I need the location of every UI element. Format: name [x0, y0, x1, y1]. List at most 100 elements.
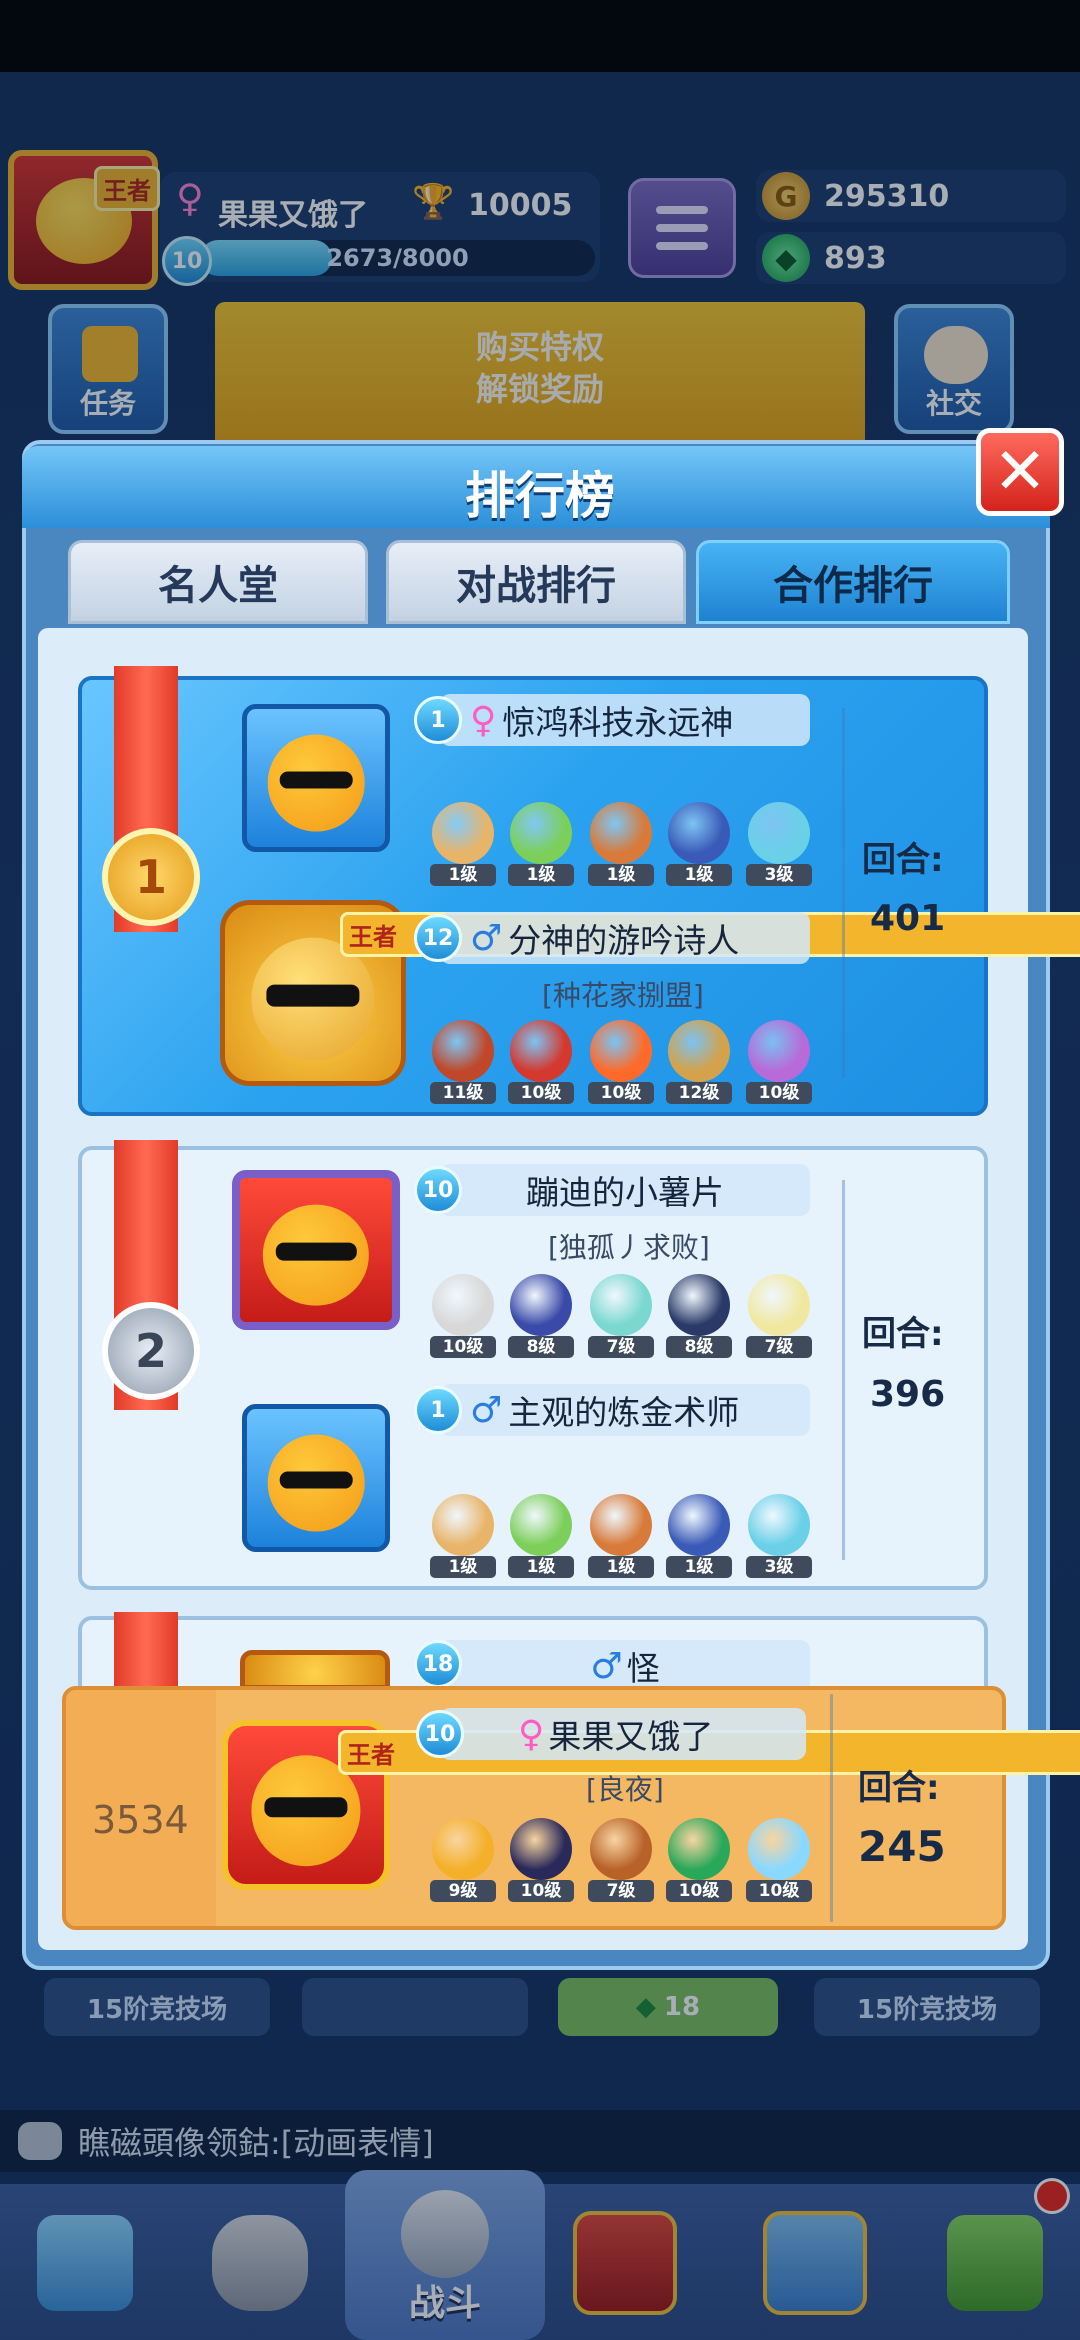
pet-icon: [432, 802, 494, 864]
pet-icon: [668, 1818, 730, 1880]
pet-level-label: 1级: [508, 864, 574, 886]
rank-1-badge: 1: [102, 828, 200, 926]
pet-icon: [510, 1818, 572, 1880]
guild-name: [独孤丿求败]: [548, 1231, 710, 1264]
rounds-value: 401: [870, 898, 946, 939]
pet-icon: [748, 1494, 810, 1556]
tab-coop-ranking[interactable]: 合作排行: [696, 540, 1010, 624]
player-avatar[interactable]: [232, 1170, 400, 1330]
player-name-bar: ♂ 怪: [440, 1640, 810, 1692]
pet-level-label: 1级: [430, 864, 496, 886]
rounds-column: [842, 1180, 985, 1560]
pet-icon: [668, 1494, 730, 1556]
rounds-label: 回合:: [862, 840, 944, 880]
player-avatar[interactable]: [242, 704, 390, 852]
pet-level-label: 10级: [430, 1336, 496, 1358]
pet-level-label: 10级: [746, 1880, 812, 1902]
pet-level-label: 10级: [666, 1880, 732, 1902]
pet-icon: [510, 1274, 572, 1336]
player-level-badge: 10: [416, 1710, 464, 1758]
pet-icon: [748, 1274, 810, 1336]
player-name: 蹦迪的小薯片: [526, 1173, 724, 1212]
tab-battle-ranking[interactable]: 对战排行: [386, 540, 686, 624]
pet-level-label: 7级: [588, 1880, 654, 1902]
player-name: 果果又饿了: [548, 1717, 714, 1756]
pet-level-label: 1级: [588, 864, 654, 886]
guild-name: [种花家捌盟]: [542, 979, 704, 1012]
gender-icon: ♂: [590, 1645, 623, 1687]
player-name: 怪: [626, 1649, 660, 1688]
pet-icon: [590, 1274, 652, 1336]
player-level-badge: 18: [414, 1640, 462, 1688]
pet-level-label: 10级: [508, 1880, 574, 1902]
pet-level-label: 11级: [430, 1082, 496, 1104]
pet-icon: [668, 802, 730, 864]
pet-icon: [432, 1020, 494, 1082]
player-level-badge: 1: [414, 696, 462, 744]
player-avatar[interactable]: [240, 1650, 390, 1690]
pet-icon: [510, 1494, 572, 1556]
pet-level-label: 10级: [588, 1082, 654, 1104]
rounds-label: 回合:: [858, 1768, 940, 1808]
player-name-bar: ♀ 惊鸿科技永远神: [440, 694, 810, 746]
rounds-value: 396: [870, 1374, 946, 1415]
pet-icon: [748, 1020, 810, 1082]
pet-level-label: 1级: [588, 1556, 654, 1578]
player-name-bar: ♀ 果果又饿了: [440, 1708, 806, 1760]
pet-icon: [590, 802, 652, 864]
player-name-bar: ♂ 主观的炼金术师: [440, 1384, 810, 1436]
pet-level-label: 12级: [666, 1082, 732, 1104]
player-name-bar: 蹦迪的小薯片: [440, 1164, 810, 1216]
pet-icon: [432, 1494, 494, 1556]
pet-level-label: 7级: [746, 1336, 812, 1358]
duck-avatar: [262, 1204, 370, 1306]
guild-name: [良夜]: [586, 1773, 664, 1806]
pet-level-label: 10级: [746, 1082, 812, 1104]
pet-level-label: 8级: [508, 1336, 574, 1358]
gender-icon: ♂: [470, 1389, 503, 1431]
pet-icon: [590, 1020, 652, 1082]
pet-icon: [748, 802, 810, 864]
pet-icon: [510, 802, 572, 864]
rounds-label: 回合:: [862, 1314, 944, 1354]
pet-level-label: 1级: [508, 1556, 574, 1578]
player-avatar[interactable]: [242, 1404, 390, 1552]
pet-level-label: 8级: [666, 1336, 732, 1358]
player-name: 分神的游吟诗人: [508, 921, 740, 960]
pet-level-label: 1级: [666, 864, 732, 886]
player-name: 主观的炼金术师: [508, 1393, 740, 1432]
player-level-badge: 10: [414, 1166, 462, 1214]
my-rank-number: 3534: [92, 1798, 189, 1842]
sunglasses-fruit-avatar: [267, 1434, 365, 1532]
rounds-column: [842, 708, 985, 1078]
pet-icon: [590, 1494, 652, 1556]
player-level-badge: 12: [414, 914, 462, 962]
pet-icon: [590, 1818, 652, 1880]
modal-title: 排行榜: [465, 467, 615, 525]
player-name: 惊鸿科技永远神: [502, 703, 734, 742]
sunglasses-fruit-avatar: [267, 734, 365, 832]
rank-ribbon: [114, 1612, 178, 1692]
pet-icon: [748, 1818, 810, 1880]
close-button[interactable]: ✕: [976, 428, 1064, 516]
pet-level-label: 9级: [430, 1880, 496, 1902]
rank-2-badge: 2: [102, 1302, 200, 1400]
close-icon: ✕: [993, 435, 1047, 509]
gender-icon: ♂: [470, 917, 503, 959]
pet-level-label: 3级: [746, 864, 812, 886]
pet-level-label: 1级: [666, 1556, 732, 1578]
pet-icon: [668, 1274, 730, 1336]
player-level-badge: 1: [414, 1386, 462, 1434]
pet-level-label: 10级: [508, 1082, 574, 1104]
pet-icon: [432, 1818, 494, 1880]
player-name-bar: ♂ 分神的游吟诗人: [440, 912, 810, 964]
gender-icon: ♀: [470, 699, 497, 741]
rounds-value: 245: [858, 1822, 946, 1871]
pet-icon: [668, 1020, 730, 1082]
gender-icon: ♀: [518, 1713, 545, 1755]
pet-level-label: 1级: [430, 1556, 496, 1578]
tab-hall-of-fame[interactable]: 名人堂: [68, 540, 368, 624]
pet-level-label: 3级: [746, 1556, 812, 1578]
pet-icon: [432, 1274, 494, 1336]
pet-icon: [510, 1020, 572, 1082]
